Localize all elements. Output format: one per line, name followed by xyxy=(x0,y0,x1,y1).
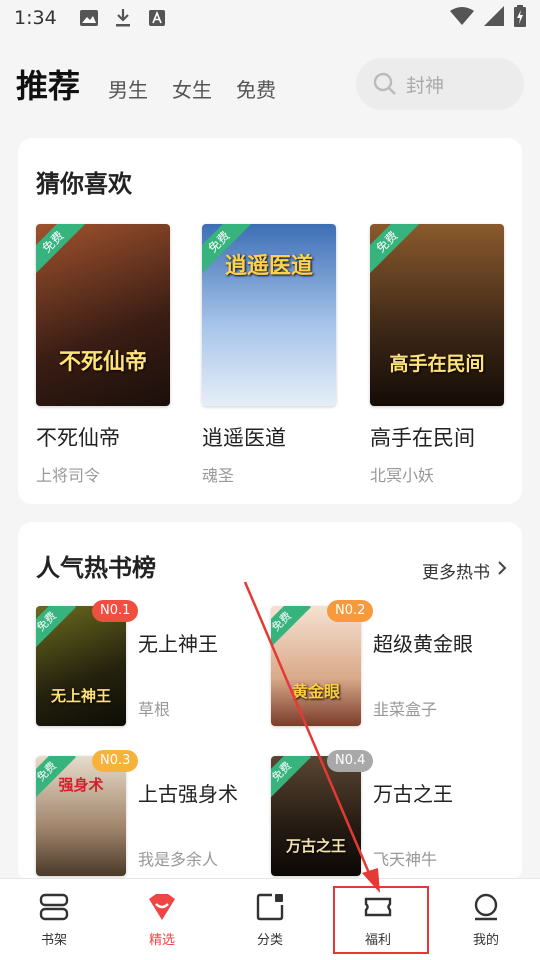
signal-icon xyxy=(484,5,504,31)
battery-icon xyxy=(514,4,526,32)
book-cover[interactable]: 黄金眼 免费 xyxy=(271,606,361,726)
chevron-right-icon xyxy=(496,560,508,581)
book-title[interactable]: 高手在民间 xyxy=(370,422,506,452)
top-header: 推荐 男生 女生 免费 封神 xyxy=(0,48,540,120)
book-author: 飞天神牛 xyxy=(373,850,438,869)
book-cover[interactable]: 高手在民间 免费 xyxy=(370,224,504,406)
category-icon xyxy=(254,891,286,923)
hot-section-title: 人气热书榜 xyxy=(36,554,156,582)
book-title[interactable]: 超级黄金眼 xyxy=(373,628,473,657)
cover-title: 无上神王 xyxy=(50,687,111,705)
annotation-highlight-box xyxy=(333,886,429,954)
book-card[interactable]: 高手在民间 免费 高手在民间 北冥小妖 xyxy=(370,224,506,486)
status-bar: 1:34 xyxy=(0,0,540,36)
rank-badge: N0.1 xyxy=(92,600,139,622)
nav-category[interactable]: 分类 xyxy=(216,879,324,960)
book-author: 北冥小妖 xyxy=(370,466,435,485)
book-author: 上将司令 xyxy=(36,466,101,485)
free-tag: 免费 xyxy=(271,756,311,801)
book-author: 草根 xyxy=(138,700,171,719)
rank-badge: N0.2 xyxy=(327,600,374,622)
status-time: 1:34 xyxy=(14,7,57,29)
free-tag: 免费 xyxy=(36,224,85,274)
wifi-icon xyxy=(450,6,474,31)
nav-bookshelf[interactable]: 书架 xyxy=(0,879,108,960)
rank-badge: N0.3 xyxy=(92,750,139,772)
tab-female[interactable]: 女生 xyxy=(172,74,212,103)
free-tag: 免费 xyxy=(370,224,419,274)
book-card[interactable]: 不死仙帝 免费 不死仙帝 上将司令 xyxy=(36,224,172,486)
rank-badge: N0.4 xyxy=(327,750,374,772)
book-card[interactable]: 逍遥医道 免费 逍遥医道 魂圣 xyxy=(202,224,338,486)
guess-section-title: 猜你喜欢 xyxy=(36,170,132,198)
more-label: 更多热书 xyxy=(422,563,490,583)
list-item[interactable]: 强身术 免费 N0.3 上古强身术 我是多余人 xyxy=(36,750,266,878)
tab-male[interactable]: 男生 xyxy=(108,74,148,103)
book-cover[interactable]: 强身术 免费 xyxy=(36,756,126,876)
profile-icon xyxy=(470,891,502,923)
nav-label: 我的 xyxy=(472,933,499,948)
book-author: 我是多余人 xyxy=(138,850,219,869)
search-icon xyxy=(372,71,398,97)
cover-title: 黄金眼 xyxy=(291,682,340,701)
book-cover[interactable]: 无上神王 免费 xyxy=(36,606,126,726)
book-cover[interactable]: 万古之王 免费 xyxy=(271,756,361,876)
nav-label: 书架 xyxy=(40,933,67,948)
nav-profile[interactable]: 我的 xyxy=(432,879,540,960)
bookshelf-icon xyxy=(38,891,70,923)
hot-books-card: 人气热书榜 更多热书 无上神王 免费 N0.1 无上神王 草根 黄金眼 免费 N… xyxy=(18,522,522,882)
list-item[interactable]: 无上神王 免费 N0.1 无上神王 草根 xyxy=(36,600,266,728)
nav-label: 分类 xyxy=(256,933,283,948)
book-cover[interactable]: 逍遥医道 免费 xyxy=(202,224,336,406)
more-hot-books-link[interactable]: 更多热书 xyxy=(422,558,508,583)
list-item[interactable]: 万古之王 免费 N0.4 万古之王 飞天神牛 xyxy=(271,750,501,878)
book-title[interactable]: 上古强身术 xyxy=(138,778,238,807)
cover-title: 万古之王 xyxy=(285,837,346,855)
guess-you-like-card: 猜你喜欢 不死仙帝 免费 不死仙帝 上将司令 逍遥医道 免费 逍遥医道 魂圣 高… xyxy=(18,138,522,504)
a-icon xyxy=(147,8,167,28)
bottom-nav: 书架 精选 分类 福利 我的 xyxy=(0,878,540,960)
tab-recommend[interactable]: 推荐 xyxy=(16,61,80,107)
book-cover[interactable]: 不死仙帝 免费 xyxy=(36,224,170,406)
tab-free[interactable]: 免费 xyxy=(236,74,276,103)
download-icon xyxy=(113,8,133,28)
book-title[interactable]: 逍遥医道 xyxy=(202,422,338,452)
search-input[interactable]: 封神 xyxy=(356,58,524,110)
nav-featured[interactable]: 精选 xyxy=(108,879,216,960)
featured-icon xyxy=(146,891,178,923)
free-tag: 免费 xyxy=(271,606,311,651)
book-title[interactable]: 万古之王 xyxy=(373,778,453,807)
book-author: 魂圣 xyxy=(202,466,235,485)
free-tag: 免费 xyxy=(36,606,76,651)
book-author: 韭菜盒子 xyxy=(373,700,438,719)
search-placeholder: 封神 xyxy=(406,74,445,97)
cover-title: 高手在民间 xyxy=(389,353,485,375)
list-item[interactable]: 黄金眼 免费 N0.2 超级黄金眼 韭菜盒子 xyxy=(271,600,501,728)
cover-title: 不死仙帝 xyxy=(58,349,147,375)
book-title[interactable]: 不死仙帝 xyxy=(36,422,172,452)
image-icon xyxy=(79,8,99,28)
nav-label: 精选 xyxy=(148,933,175,948)
book-title[interactable]: 无上神王 xyxy=(138,628,218,657)
